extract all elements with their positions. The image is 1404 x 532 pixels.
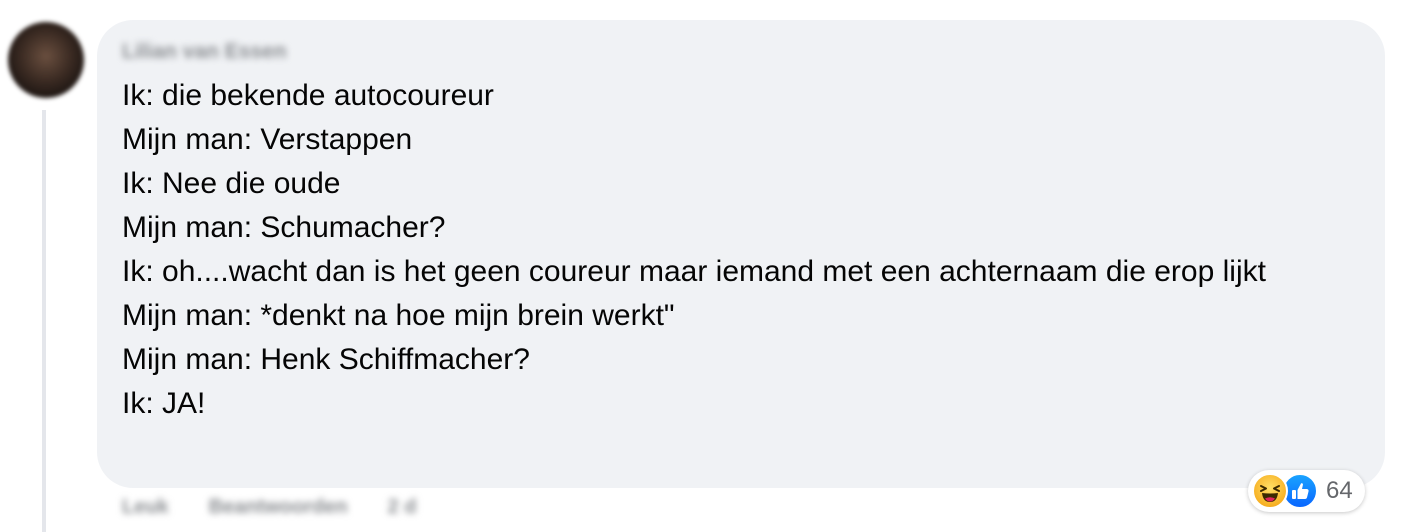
reactions-summary[interactable]: 64 [1248, 470, 1365, 512]
comment-line: Ik: die bekende autocoureur [122, 79, 494, 112]
reply-thread-line [42, 110, 46, 532]
comment-line: Mijn man: Schumacher? [122, 211, 446, 244]
comment-line: Ik: JA! [122, 387, 206, 420]
comment-line: Ik: Nee die oude [122, 167, 341, 200]
comment-author-name[interactable]: Lilian van Essen [122, 40, 287, 64]
like-action-button[interactable]: Leuk [122, 496, 169, 519]
haha-icon [1252, 473, 1288, 509]
commenter-avatar[interactable] [8, 22, 84, 98]
comment-line: Ik: oh....wacht dan is het geen coureur … [122, 255, 1266, 288]
comment-text: Ik: die bekende autocoureur Mijn man: Ve… [122, 74, 1372, 426]
comment-line: Mijn man: Verstappen [122, 123, 413, 156]
reply-action-button[interactable]: Beantwoorden [209, 496, 348, 519]
comment-timestamp[interactable]: 2 d [388, 496, 417, 519]
comment-actions: Leuk Beantwoorden 2 d [122, 496, 417, 519]
reaction-count: 64 [1326, 477, 1353, 504]
comment-line: Mijn man: *denkt na hoe mijn brein werkt… [122, 299, 675, 332]
comment-line: Mijn man: Henk Schiffmacher? [122, 343, 530, 376]
